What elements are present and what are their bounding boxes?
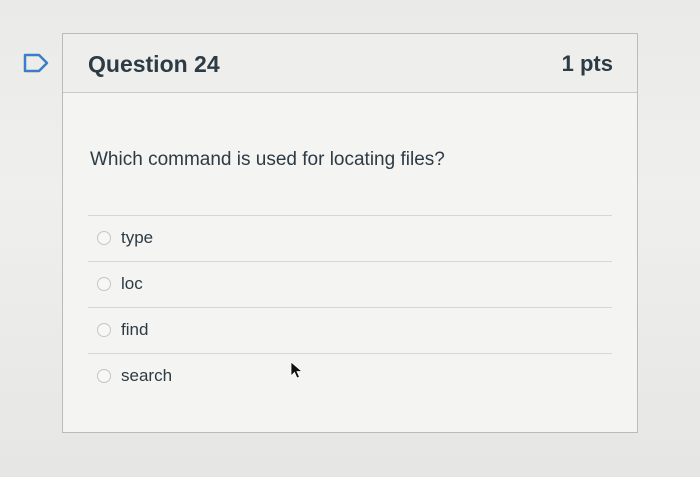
answer-option-search[interactable]: search (88, 353, 612, 399)
radio-button[interactable] (97, 277, 111, 291)
radio-button[interactable] (97, 323, 111, 337)
answer-option-type[interactable]: type (88, 215, 612, 261)
answer-list: type loc find search (88, 215, 612, 399)
answer-label: loc (121, 274, 143, 293)
question-text: Which command is used for locating files… (90, 149, 445, 170)
answer-label: find (121, 320, 149, 339)
question-title: Question 24 (88, 51, 220, 77)
question-points: 1 pts (561, 51, 613, 76)
answer-label: type (121, 228, 154, 247)
radio-button[interactable] (97, 231, 111, 245)
answer-option-loc[interactable]: loc (88, 261, 612, 307)
flag-icon[interactable] (22, 52, 52, 74)
radio-button[interactable] (97, 369, 111, 383)
question-card: Question 24 1 pts Which command is used … (62, 33, 638, 433)
arrow-cursor-icon (290, 361, 304, 379)
answer-option-find[interactable]: find (88, 307, 612, 353)
question-header: Question 24 1 pts (63, 34, 637, 93)
answer-label: search (121, 366, 173, 385)
